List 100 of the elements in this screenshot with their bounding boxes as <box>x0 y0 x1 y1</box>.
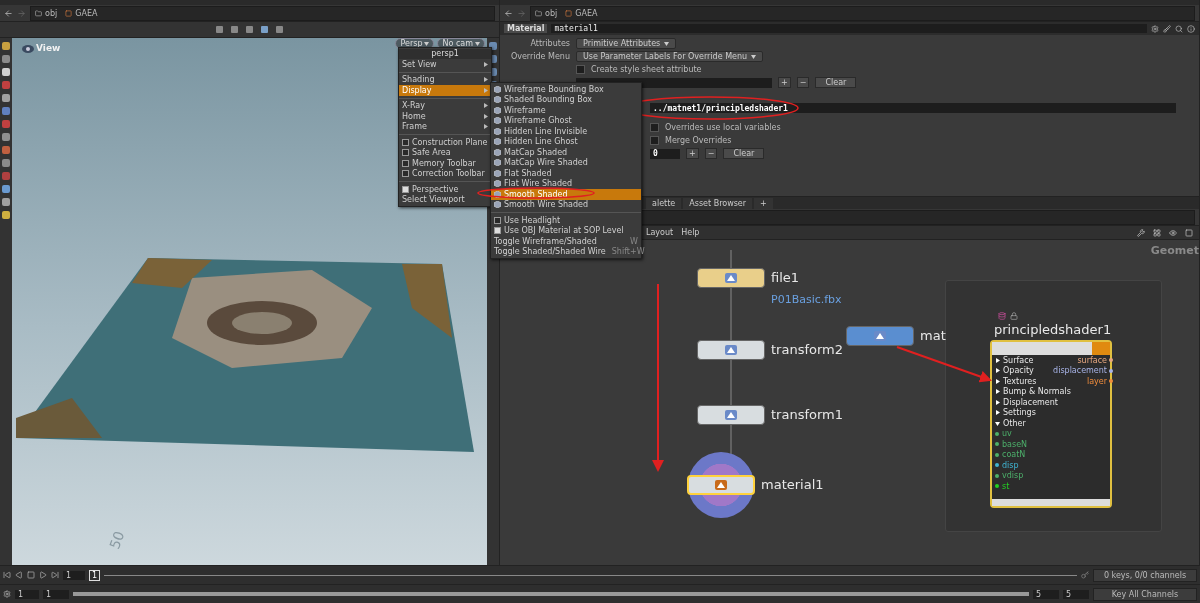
menu-item[interactable]: Perspective <box>399 184 491 195</box>
settings-icon[interactable] <box>3 590 11 598</box>
network-node[interactable] <box>697 268 765 288</box>
checkbox[interactable] <box>402 185 409 193</box>
input-port[interactable]: vdisp <box>1002 471 1024 481</box>
path-crumb[interactable]: obj <box>35 8 58 18</box>
input-group[interactable]: Displacement <box>1003 397 1058 407</box>
list-button[interactable]: + <box>686 148 699 159</box>
output-port[interactable]: layer <box>1086 376 1107 386</box>
list-button[interactable]: Clear <box>723 148 765 159</box>
back-arrow-icon[interactable] <box>4 8 13 18</box>
network-node[interactable] <box>846 326 914 346</box>
input-group[interactable]: Opacity <box>1003 366 1034 376</box>
checkbox[interactable] <box>650 123 659 132</box>
menu-item[interactable]: X-Ray <box>399 100 491 111</box>
start-frame-field[interactable]: 1 <box>15 589 39 599</box>
wrench-icon[interactable] <box>1137 228 1145 237</box>
frame-field[interactable]: 1 <box>63 570 85 580</box>
input-port[interactable]: uv <box>1002 429 1012 439</box>
menu-item[interactable]: Wireframe Bounding Box <box>491 84 641 95</box>
timeline-track[interactable] <box>104 574 1077 576</box>
list-button[interactable]: Clear <box>815 77 857 88</box>
node-name-field[interactable]: material1 <box>551 24 1147 33</box>
input-group[interactable]: Settings <box>1003 408 1036 418</box>
menu-item[interactable]: Frame <box>399 121 491 132</box>
network-node[interactable] <box>697 340 765 360</box>
collapsed-arrow-icon[interactable] <box>995 357 1000 363</box>
menu-item[interactable]: Wireframe <box>491 105 641 116</box>
input-port[interactable]: disp <box>1002 460 1019 470</box>
checkbox[interactable] <box>402 138 409 146</box>
menu-item[interactable]: Shading <box>399 74 491 85</box>
end-frame-field[interactable]: 5 <box>1033 589 1059 599</box>
pane-tab[interactable]: Asset Browser <box>683 197 753 209</box>
menu-item[interactable]: Shaded Bounding Box <box>491 94 641 105</box>
path-crumb[interactable]: GAEA <box>565 8 598 18</box>
list-button[interactable]: + <box>778 77 791 88</box>
list-button[interactable]: − <box>704 148 718 159</box>
path-crumb[interactable]: obj <box>535 8 558 18</box>
network-node[interactable] <box>697 405 765 425</box>
key-all-channels-button[interactable]: Key All Channels <box>1093 587 1197 601</box>
input-group[interactable]: Surface <box>1003 355 1034 365</box>
output-port[interactable]: displacement <box>1053 366 1107 376</box>
list-button[interactable]: − <box>796 77 810 88</box>
menu-item[interactable]: Smooth Wire Shaded <box>491 199 641 210</box>
skip-back-icon[interactable] <box>3 571 11 579</box>
search-icon[interactable] <box>1175 24 1183 33</box>
menu-item[interactable]: MatCap Shaded <box>491 147 641 158</box>
pane-tab[interactable]: alette <box>646 197 682 209</box>
input-group[interactable]: Textures <box>1003 376 1037 386</box>
checkbox[interactable] <box>494 227 501 235</box>
path-field[interactable]: obj GAEA <box>30 5 495 21</box>
menu-item[interactable]: Construction Plane <box>399 137 491 148</box>
menu-item[interactable]: Flat Wire Shaded <box>491 178 641 189</box>
input-group[interactable]: Bump & Normals <box>1003 387 1071 397</box>
menu-item[interactable]: Use OBJ Material at SOP Level <box>491 225 641 236</box>
input-group[interactable]: Other <box>1003 418 1026 428</box>
eye-icon[interactable] <box>1169 228 1177 237</box>
menu-item[interactable]: Wireframe Ghost <box>491 115 641 126</box>
settings-icon[interactable] <box>1151 24 1159 33</box>
collapsed-arrow-icon[interactable] <box>995 399 1000 405</box>
collapsed-arrow-icon[interactable] <box>995 378 1000 384</box>
menu-bar-item[interactable]: Layout <box>646 228 674 237</box>
add-tab-button[interactable]: + <box>754 197 773 209</box>
collapsed-arrow-icon[interactable] <box>995 389 1000 395</box>
input-port[interactable]: st <box>1002 481 1010 491</box>
input-port[interactable]: baseN <box>1002 439 1028 449</box>
output-port[interactable]: surface <box>1077 355 1107 365</box>
menu-item[interactable]: Toggle Wireframe/Shaded W <box>491 236 641 247</box>
end-frame-field[interactable]: 5 <box>1063 589 1089 599</box>
play-back-icon[interactable] <box>15 571 23 579</box>
collapsed-arrow-icon[interactable] <box>995 410 1000 416</box>
grid-icon[interactable] <box>1153 228 1161 237</box>
square-icon[interactable] <box>1185 228 1193 237</box>
expanded-arrow-icon[interactable] <box>995 420 1000 426</box>
checkbox[interactable] <box>494 216 501 224</box>
info-icon[interactable] <box>1187 24 1195 33</box>
frame-marker[interactable]: 1 <box>89 569 101 581</box>
collapsed-arrow-icon[interactable] <box>995 368 1000 374</box>
start-frame-field[interactable]: 1 <box>43 589 69 599</box>
checkbox[interactable] <box>576 65 585 74</box>
menu-item[interactable]: Use Headlight <box>491 215 641 226</box>
play-icon[interactable] <box>39 571 47 579</box>
skip-forward-icon[interactable] <box>51 571 59 579</box>
menu-item[interactable]: Correction Toolbar <box>399 168 491 179</box>
range-slider[interactable] <box>73 592 1029 596</box>
back-arrow-icon[interactable] <box>504 8 513 18</box>
menu-bar-item[interactable]: Help <box>681 228 700 237</box>
menu-item[interactable]: MatCap Wire Shaded <box>491 157 641 168</box>
menu-item[interactable]: Set View <box>399 59 491 70</box>
menu-item[interactable]: Flat Shaded <box>491 168 641 179</box>
count-field[interactable]: 0 <box>650 148 680 159</box>
path-field[interactable]: obj GAEA <box>530 5 1195 21</box>
path-crumb[interactable]: GAEA <box>65 8 98 18</box>
input-port[interactable]: coatN <box>1002 450 1026 460</box>
menu-item[interactable]: Hidden Line Ghost <box>491 136 641 147</box>
dropdown[interactable]: Use Parameter Labels For Override Menu <box>576 51 764 62</box>
checkbox[interactable] <box>402 159 409 167</box>
checkbox[interactable] <box>402 170 409 178</box>
brush-icon[interactable] <box>1163 24 1171 33</box>
checkbox[interactable] <box>402 149 409 157</box>
